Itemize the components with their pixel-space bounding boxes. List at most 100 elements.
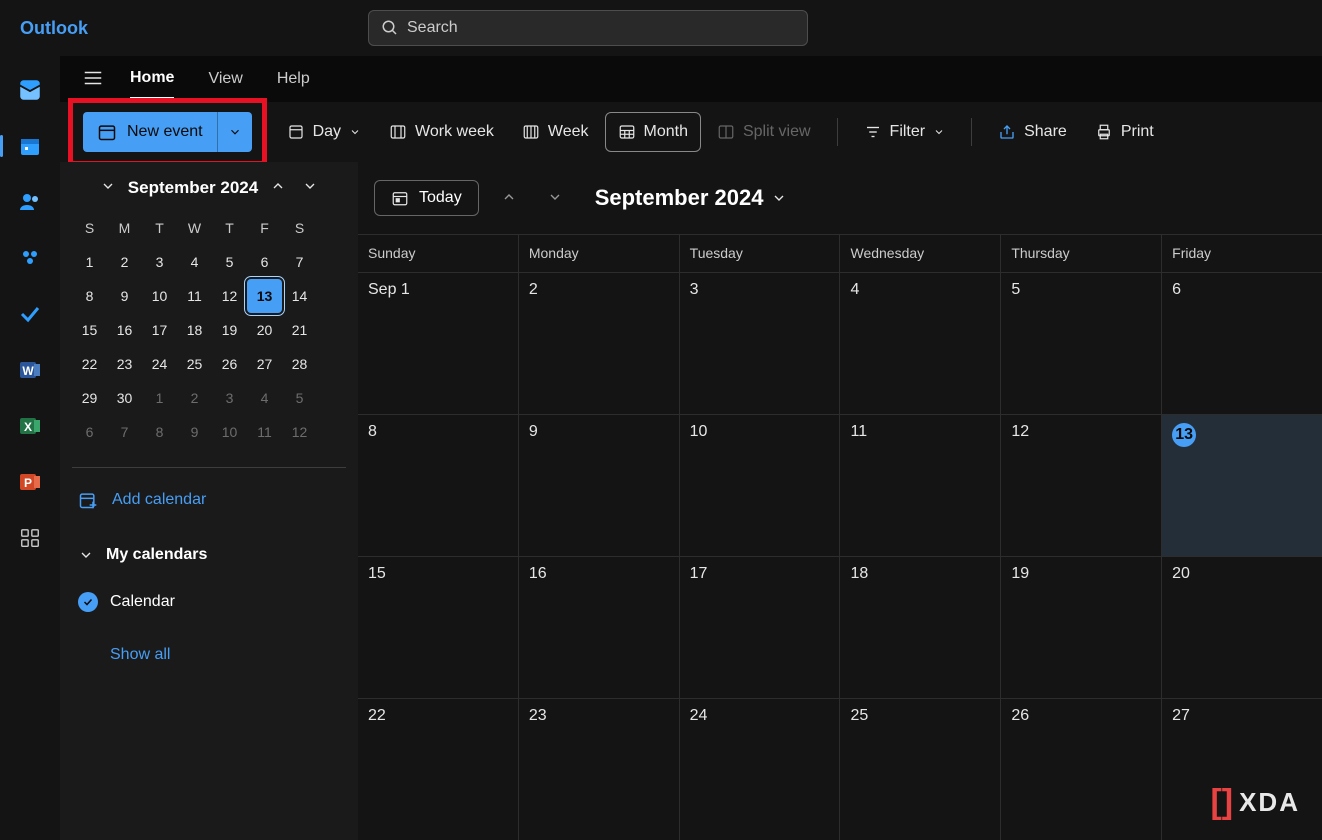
mini-day-cell[interactable]: 4 — [247, 381, 282, 415]
rail-people[interactable] — [16, 188, 44, 216]
mini-day-cell[interactable]: 27 — [247, 347, 282, 381]
mini-day-cell[interactable]: 28 — [282, 347, 317, 381]
mini-day-cell[interactable]: 3 — [142, 245, 177, 279]
mini-day-cell[interactable]: 26 — [212, 347, 247, 381]
mini-day-cell[interactable]: 11 — [177, 279, 212, 313]
mini-day-cell[interactable]: 25 — [177, 347, 212, 381]
rail-calendar[interactable] — [16, 132, 44, 160]
day-cell[interactable]: 10 — [679, 415, 840, 556]
mini-day-cell[interactable]: 8 — [72, 279, 107, 313]
rail-more-apps[interactable] — [16, 524, 44, 552]
mini-day-cell[interactable]: 23 — [107, 347, 142, 381]
mini-day-cell[interactable]: 15 — [72, 313, 107, 347]
day-cell[interactable]: 13 — [1161, 415, 1322, 556]
view-week-button[interactable]: Week — [510, 112, 601, 152]
day-cell[interactable]: 9 — [518, 415, 679, 556]
mini-day-cell[interactable]: 22 — [72, 347, 107, 381]
mini-cal-collapse[interactable] — [96, 174, 120, 201]
show-all-link[interactable]: Show all — [110, 646, 346, 664]
prev-month-button[interactable] — [493, 183, 525, 214]
calendar-checkbox[interactable] — [78, 592, 98, 612]
day-cell[interactable]: 20 — [1161, 557, 1322, 698]
mini-day-cell[interactable]: 2 — [177, 381, 212, 415]
view-workweek-button[interactable]: Work week — [377, 112, 506, 152]
day-cell[interactable]: 22 — [358, 699, 518, 840]
mini-day-cell[interactable]: 10 — [212, 415, 247, 449]
search-input[interactable]: Search — [368, 10, 808, 46]
mini-day-cell[interactable]: 16 — [107, 313, 142, 347]
rail-powerpoint[interactable]: P — [16, 468, 44, 496]
mini-day-cell[interactable]: 18 — [177, 313, 212, 347]
rail-todo[interactable] — [16, 300, 44, 328]
mini-day-cell[interactable]: 6 — [247, 245, 282, 279]
mini-day-cell[interactable]: 12 — [282, 415, 317, 449]
day-cell[interactable]: 24 — [679, 699, 840, 840]
new-event-dropdown[interactable] — [218, 112, 252, 152]
mini-cal-next[interactable] — [298, 174, 322, 201]
mini-day-cell[interactable]: 1 — [72, 245, 107, 279]
rail-excel[interactable]: X — [16, 412, 44, 440]
tab-home[interactable]: Home — [130, 59, 174, 99]
mini-day-cell[interactable]: 5 — [212, 245, 247, 279]
day-cell[interactable]: 15 — [358, 557, 518, 698]
mini-day-cell[interactable]: 21 — [282, 313, 317, 347]
mini-day-cell[interactable]: 8 — [142, 415, 177, 449]
day-cell[interactable]: 17 — [679, 557, 840, 698]
tab-view[interactable]: View — [208, 60, 242, 98]
day-cell[interactable]: Sep 1 — [358, 273, 518, 414]
day-cell[interactable]: 25 — [839, 699, 1000, 840]
day-cell[interactable]: 18 — [839, 557, 1000, 698]
day-cell[interactable]: 2 — [518, 273, 679, 414]
mini-day-cell[interactable]: 3 — [212, 381, 247, 415]
day-cell[interactable]: 16 — [518, 557, 679, 698]
add-calendar-button[interactable]: Add calendar — [72, 486, 346, 514]
mini-day-cell[interactable]: 11 — [247, 415, 282, 449]
calendar-list-item[interactable]: Calendar — [72, 588, 346, 616]
day-cell[interactable]: 8 — [358, 415, 518, 556]
mini-day-cell[interactable]: 4 — [177, 245, 212, 279]
rail-mail[interactable] — [16, 76, 44, 104]
mini-day-cell[interactable]: 12 — [212, 279, 247, 313]
mini-day-cell[interactable]: 10 — [142, 279, 177, 313]
view-month-button[interactable]: Month — [605, 112, 701, 152]
day-cell[interactable]: 5 — [1000, 273, 1161, 414]
mini-day-cell[interactable]: 9 — [107, 279, 142, 313]
tab-help[interactable]: Help — [277, 60, 310, 98]
day-cell[interactable]: 26 — [1000, 699, 1161, 840]
mini-day-cell[interactable]: 1 — [142, 381, 177, 415]
hamburger-button[interactable] — [82, 67, 104, 92]
mini-day-cell[interactable]: 13 — [247, 279, 282, 313]
day-cell[interactable]: 19 — [1000, 557, 1161, 698]
mini-day-cell[interactable]: 14 — [282, 279, 317, 313]
day-cell[interactable]: 12 — [1000, 415, 1161, 556]
day-cell[interactable]: 4 — [839, 273, 1000, 414]
mini-day-cell[interactable]: 20 — [247, 313, 282, 347]
mini-day-cell[interactable]: 24 — [142, 347, 177, 381]
month-title[interactable]: September 2024 — [595, 185, 788, 211]
mini-day-cell[interactable]: 29 — [72, 381, 107, 415]
today-button[interactable]: Today — [374, 180, 479, 216]
mini-cal-prev[interactable] — [266, 174, 290, 201]
filter-button[interactable]: Filter — [852, 112, 958, 152]
mini-day-cell[interactable]: 2 — [107, 245, 142, 279]
rail-groups[interactable] — [16, 244, 44, 272]
next-month-button[interactable] — [539, 183, 571, 214]
day-cell[interactable]: 11 — [839, 415, 1000, 556]
day-cell[interactable]: 23 — [518, 699, 679, 840]
mini-day-cell[interactable]: 7 — [282, 245, 317, 279]
view-day-button[interactable]: Day — [275, 112, 373, 152]
day-cell[interactable]: 6 — [1161, 273, 1322, 414]
mini-day-cell[interactable]: 30 — [107, 381, 142, 415]
share-button[interactable]: Share — [986, 112, 1079, 152]
mini-day-cell[interactable]: 5 — [282, 381, 317, 415]
mini-day-cell[interactable]: 9 — [177, 415, 212, 449]
new-event-button[interactable]: New event — [83, 112, 252, 152]
my-calendars-toggle[interactable]: My calendars — [72, 542, 346, 568]
mini-day-cell[interactable]: 19 — [212, 313, 247, 347]
mini-day-cell[interactable]: 17 — [142, 313, 177, 347]
mini-day-cell[interactable]: 7 — [107, 415, 142, 449]
rail-word[interactable]: W — [16, 356, 44, 384]
day-cell[interactable]: 3 — [679, 273, 840, 414]
mini-day-cell[interactable]: 6 — [72, 415, 107, 449]
print-button[interactable]: Print — [1083, 112, 1166, 152]
